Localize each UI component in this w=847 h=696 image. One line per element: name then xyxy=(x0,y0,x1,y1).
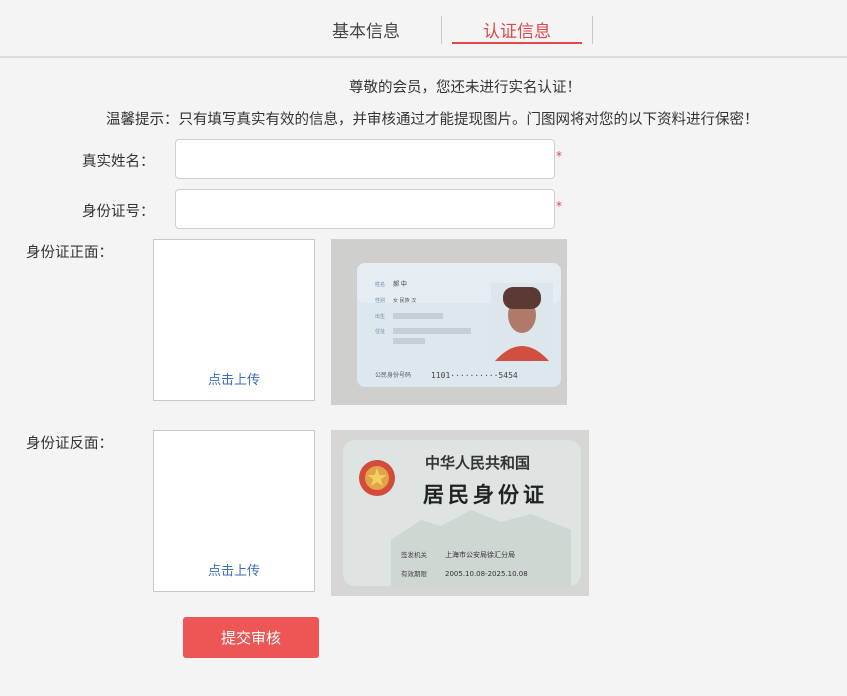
front-field-name-value: 郝 中 xyxy=(393,280,407,288)
id-front-sample-image: 姓名 郝 中 性别 女 民族 汉 出生 住址 公民身份号码 1101······… xyxy=(331,239,567,405)
national-emblem-icon xyxy=(359,460,395,496)
id-back-label: 身份证反面： xyxy=(26,436,113,452)
id-back-sample-image: 中华人民共和国 居民身份证 签发机关 上海市公安局徐汇分局 有效期限 2005.… xyxy=(331,430,589,596)
id-back-upload-box[interactable]: 点击上传 xyxy=(153,430,315,592)
front-field-sex-label: 性别 xyxy=(375,297,385,304)
back-validity-label: 有效期限 xyxy=(401,569,428,578)
id-number-label: 身份证号： xyxy=(82,204,155,220)
real-name-input[interactable] xyxy=(175,139,555,179)
verification-notice: 尊敬的会员，您还未进行实名认证！ xyxy=(349,80,581,96)
id-number-input[interactable] xyxy=(175,189,555,229)
front-field-sex-value: 女 民族 汉 xyxy=(393,297,416,304)
tab-bar: 基本信息 认证信息 xyxy=(0,0,847,58)
submit-review-button[interactable]: 提交审核 xyxy=(183,617,319,658)
required-mark: * xyxy=(556,199,562,213)
required-mark: * xyxy=(556,149,562,163)
front-field-address-label: 住址 xyxy=(375,328,385,335)
real-name-label: 真实姓名： xyxy=(82,154,155,170)
front-field-name-label: 姓名 xyxy=(375,281,385,288)
back-validity-value: 2005.10.08-2025.10.08 xyxy=(445,570,528,578)
id-front-upload-box[interactable]: 点击上传 xyxy=(153,239,315,401)
tab-basic-info[interactable]: 基本信息 xyxy=(316,17,416,42)
back-country-name: 中华人民共和国 xyxy=(425,454,530,472)
back-authority-value: 上海市公安局徐汇分局 xyxy=(445,550,515,559)
active-tab-indicator xyxy=(452,42,582,44)
tab-divider xyxy=(592,16,593,44)
back-card-title: 居民身份证 xyxy=(423,482,548,507)
id-front-upload-link[interactable]: 点击上传 xyxy=(154,369,314,388)
id-back-upload-link[interactable]: 点击上传 xyxy=(154,560,314,579)
front-field-birth-label: 出生 xyxy=(375,313,385,320)
front-id-caption: 公民身份号码 xyxy=(375,371,411,379)
privacy-tip: 温馨提示：只有填写真实有效的信息，并审核通过才能提现图片。门图网将对您的以下资料… xyxy=(106,112,759,128)
tab-divider xyxy=(441,16,442,44)
front-id-number: 1101··········5454 xyxy=(431,371,518,380)
tab-verification-info[interactable]: 认证信息 xyxy=(452,17,582,42)
id-front-label: 身份证正面： xyxy=(26,245,113,261)
back-authority-label: 签发机关 xyxy=(401,550,428,559)
